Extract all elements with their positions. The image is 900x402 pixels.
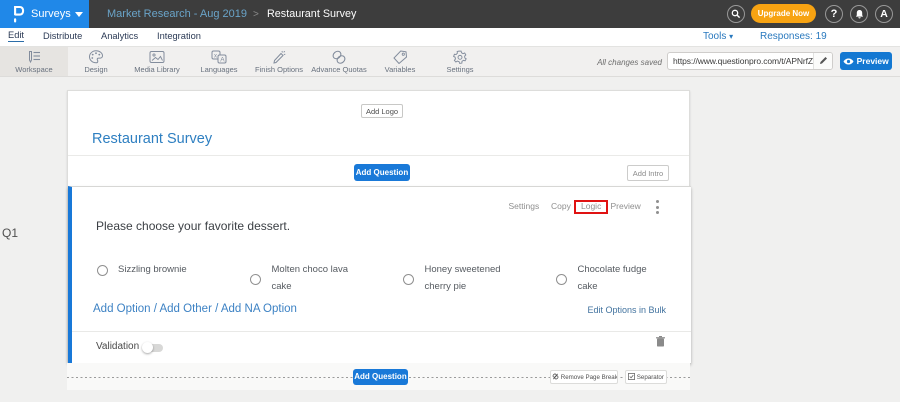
svg-text:A: A	[220, 57, 225, 64]
svg-text:x: x	[214, 54, 217, 60]
